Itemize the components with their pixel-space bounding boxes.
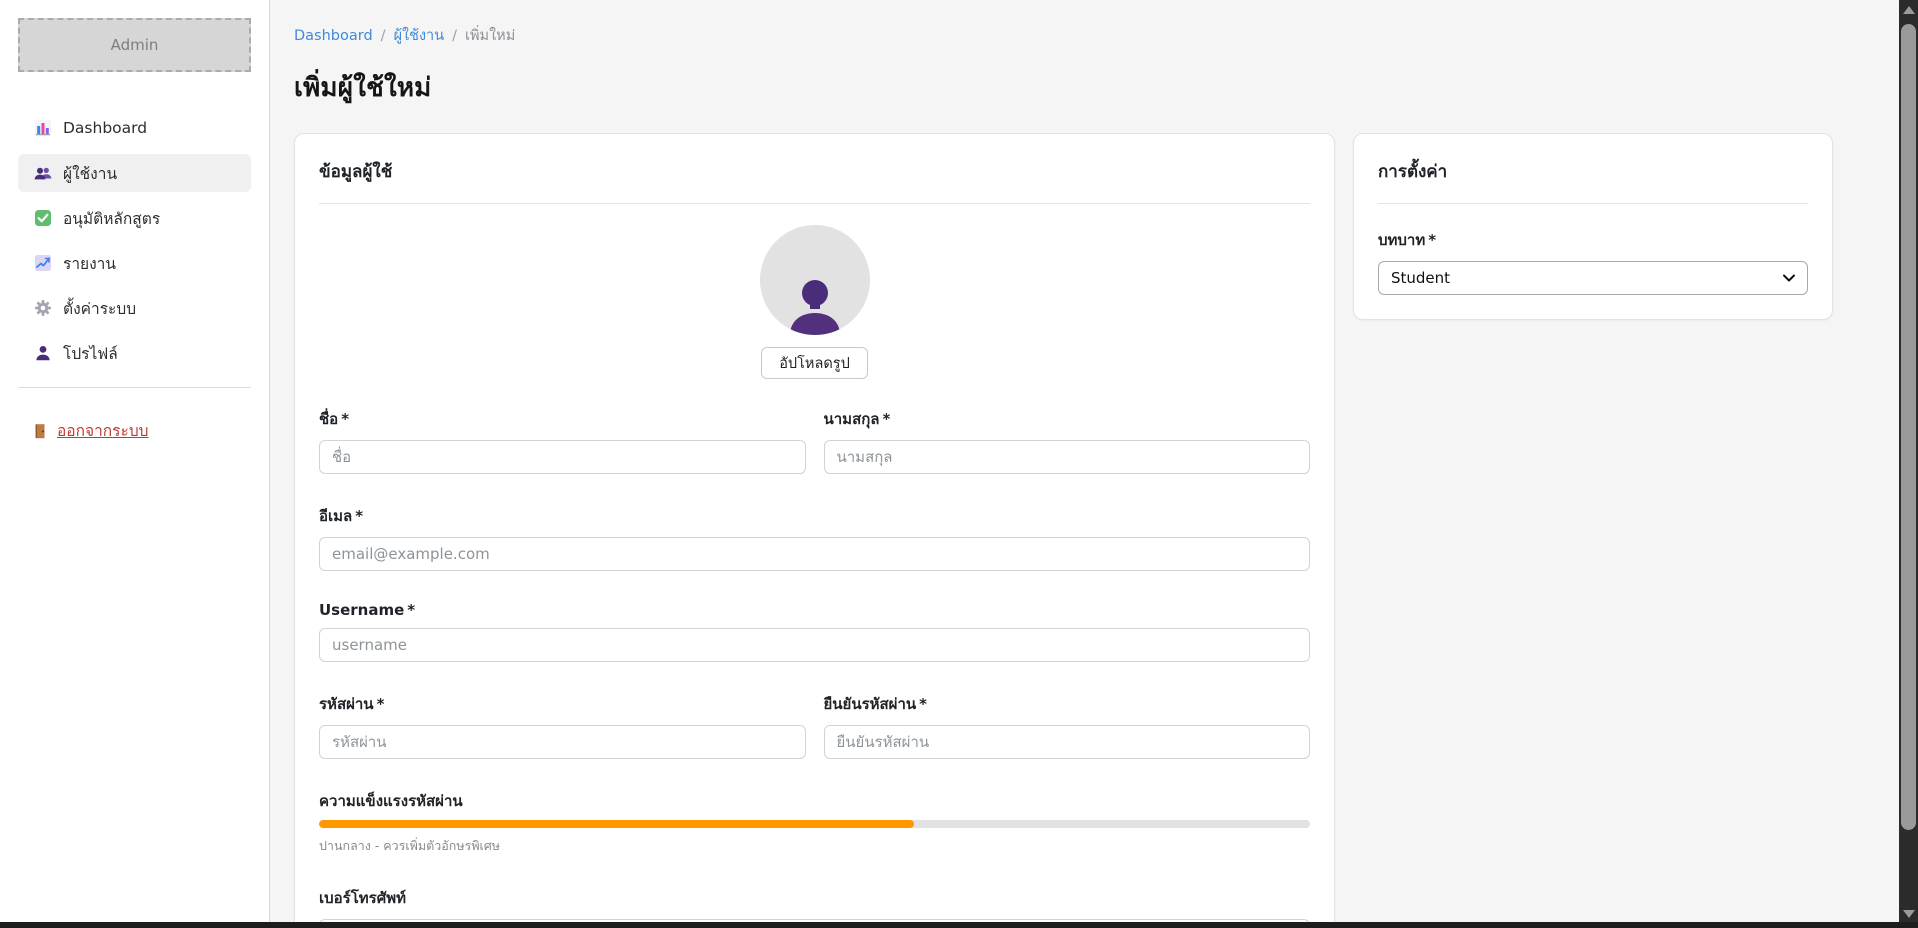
first-name-input[interactable]	[319, 440, 806, 474]
sidebar: Admin Dashboard ผู้ใช้งาน อนุมัติหลักสูต…	[0, 0, 270, 928]
sidebar-item-label: ผู้ใช้งาน	[63, 161, 117, 186]
approve-check-icon	[34, 209, 52, 227]
profile-person-icon	[34, 344, 52, 362]
role-selected-value: Student	[1391, 269, 1450, 287]
sidebar-item-dashboard[interactable]: Dashboard	[18, 109, 251, 147]
username-input[interactable]	[319, 628, 1310, 662]
confirm-password-group: ยืนยันรหัสผ่าน*	[824, 692, 1311, 759]
password-group: รหัสผ่าน*	[319, 692, 806, 759]
scrollbar-up-arrow[interactable]	[1899, 0, 1918, 20]
sidebar-item-approve-courses[interactable]: อนุมัติหลักสูตร	[18, 199, 251, 237]
role-group: บทบาท* Student	[1378, 228, 1808, 295]
confirm-password-input[interactable]	[824, 725, 1311, 759]
password-input[interactable]	[319, 725, 806, 759]
sidebar-item-label: ตั้งค่าระบบ	[63, 296, 136, 321]
users-icon	[34, 164, 52, 182]
avatar	[760, 225, 870, 335]
settings-card-title: การตั้งค่า	[1378, 158, 1808, 185]
card-divider	[1378, 203, 1808, 204]
phone-label: เบอร์โทรศัพท์	[319, 886, 1310, 910]
sidebar-item-users[interactable]: ผู้ใช้งาน	[18, 154, 251, 192]
sidebar-item-label: โปรไฟล์	[63, 341, 118, 366]
vertical-scrollbar	[1899, 0, 1918, 928]
email-input[interactable]	[319, 537, 1310, 571]
app-window: Admin Dashboard ผู้ใช้งาน อนุมัติหลักสูต…	[0, 0, 1899, 928]
password-label: รหัสผ่าน*	[319, 692, 806, 716]
sidebar-item-reports[interactable]: รายงาน	[18, 244, 251, 282]
breadcrumb-current: เพิ่มใหม่	[465, 24, 515, 47]
cards-row: ข้อมูลผู้ใช้ อัปโหลดรูป	[294, 133, 1875, 928]
breadcrumb: Dashboard / ผู้ใช้งาน / เพิ่มใหม่	[294, 24, 1875, 47]
username-group: Username*	[319, 601, 1310, 662]
breadcrumb-separator: /	[381, 28, 386, 44]
card-divider	[319, 203, 1310, 204]
password-strength-label: ความแข็งแรงรหัสผ่าน	[319, 789, 1310, 813]
password-strength-track	[319, 820, 1310, 828]
first-name-label: ชื่อ*	[319, 407, 806, 431]
logo-placeholder: Admin	[18, 18, 251, 72]
reports-graph-icon	[34, 254, 52, 272]
breadcrumb-users[interactable]: ผู้ใช้งาน	[394, 24, 445, 47]
dashboard-chart-icon	[34, 119, 52, 137]
logo-text: Admin	[111, 36, 159, 54]
password-strength-fill	[319, 820, 914, 828]
email-label: อีเมล*	[319, 504, 1310, 528]
sidebar-divider	[18, 387, 251, 388]
last-name-group: นามสกุล*	[824, 407, 1311, 474]
user-form: ชื่อ* นามสกุล* อีเมล* Username*	[319, 407, 1310, 928]
sidebar-item-label: อนุมัติหลักสูตร	[63, 206, 160, 231]
sidebar-item-system-settings[interactable]: ตั้งค่าระบบ	[18, 289, 251, 327]
sidebar-nav: Dashboard ผู้ใช้งาน อนุมัติหลักสูตร รายง…	[18, 109, 251, 372]
first-name-group: ชื่อ*	[319, 407, 806, 474]
upload-photo-button[interactable]: อัปโหลดรูป	[761, 347, 868, 379]
person-silhouette-icon	[784, 277, 846, 335]
user-info-card-title: ข้อมูลผู้ใช้	[319, 158, 1310, 185]
user-info-card: ข้อมูลผู้ใช้ อัปโหลดรูป	[294, 133, 1335, 928]
scrollbar-thumb[interactable]	[1901, 24, 1916, 830]
last-name-input[interactable]	[824, 440, 1311, 474]
scrollbar-down-arrow[interactable]	[1899, 904, 1918, 924]
username-label: Username*	[319, 601, 1310, 619]
logout-door-icon	[32, 423, 48, 439]
email-group: อีเมล*	[319, 504, 1310, 571]
role-label: บทบาท*	[1378, 228, 1808, 252]
role-select[interactable]: Student	[1378, 261, 1808, 295]
sidebar-item-label: รายงาน	[63, 251, 116, 276]
breadcrumb-dashboard[interactable]: Dashboard	[294, 28, 373, 44]
password-strength-hint: ปานกลาง - ควรเพิ่มตัวอักษรพิเศษ	[319, 836, 1310, 856]
down-triangle-icon	[1903, 910, 1915, 918]
up-triangle-icon	[1903, 6, 1915, 14]
logout-label: ออกจากระบบ	[57, 418, 149, 443]
password-strength-group: ความแข็งแรงรหัสผ่าน ปานกลาง - ควรเพิ่มตั…	[319, 789, 1310, 856]
confirm-password-label: ยืนยันรหัสผ่าน*	[824, 692, 1311, 716]
bottom-window-border	[0, 922, 1918, 928]
sidebar-item-label: Dashboard	[63, 119, 147, 137]
chevron-down-icon	[1783, 274, 1795, 282]
settings-gear-icon	[34, 299, 52, 317]
page-title: เพิ่มผู้ใช้ใหม่	[294, 67, 1875, 108]
breadcrumb-separator: /	[452, 28, 457, 44]
logout-link[interactable]: ออกจากระบบ	[18, 418, 251, 443]
main-content: Dashboard / ผู้ใช้งาน / เพิ่มใหม่ เพิ่มผ…	[270, 0, 1899, 928]
settings-card: การตั้งค่า บทบาท* Student	[1353, 133, 1833, 320]
last-name-label: นามสกุล*	[824, 407, 1311, 431]
sidebar-item-profile[interactable]: โปรไฟล์	[18, 334, 251, 372]
avatar-block: อัปโหลดรูป	[319, 225, 1310, 379]
